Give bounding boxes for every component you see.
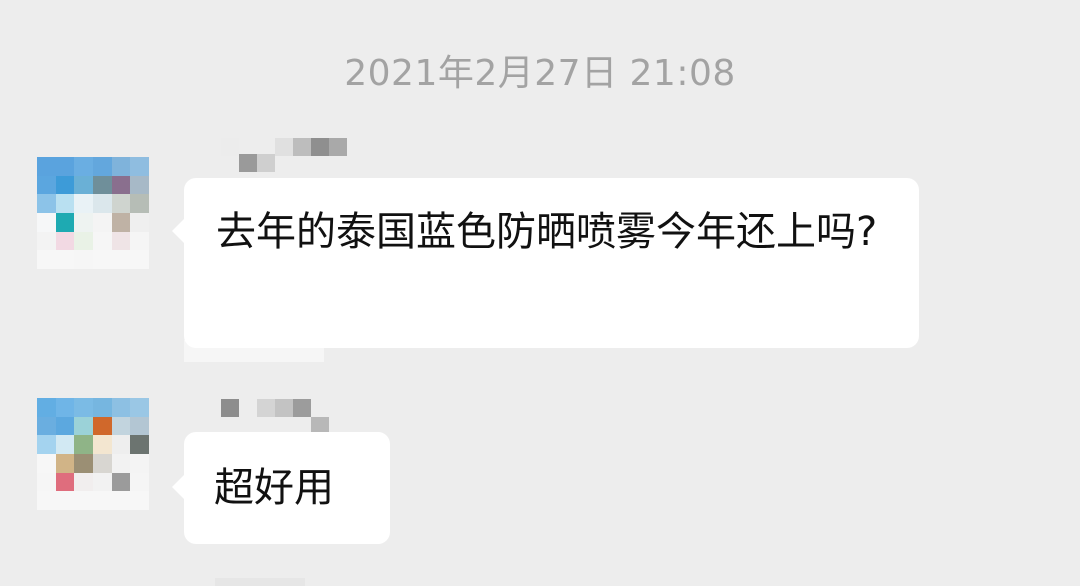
message-bubble[interactable]: 超好用 <box>172 432 390 544</box>
message-timestamp: 2021年2月27日 21:08 <box>344 53 736 94</box>
message-text: 去年的泰国蓝色防晒喷雾今年还上吗? <box>216 209 878 255</box>
chat-window: 2021年2月27日 21:08 去年的泰国蓝色防晒喷雾今年还上吗? 超好用 <box>0 0 1080 586</box>
pixelated-avatar-icon[interactable] <box>37 157 149 269</box>
message-bubble[interactable]: 去年的泰国蓝色防晒喷雾今年还上吗? <box>172 178 919 348</box>
next-message-hint <box>215 578 305 586</box>
pixelated-name-icon <box>221 399 329 435</box>
pixelated-avatar-icon[interactable] <box>37 398 149 510</box>
pixelated-name-icon <box>221 138 347 172</box>
message-text: 超好用 <box>214 465 334 511</box>
